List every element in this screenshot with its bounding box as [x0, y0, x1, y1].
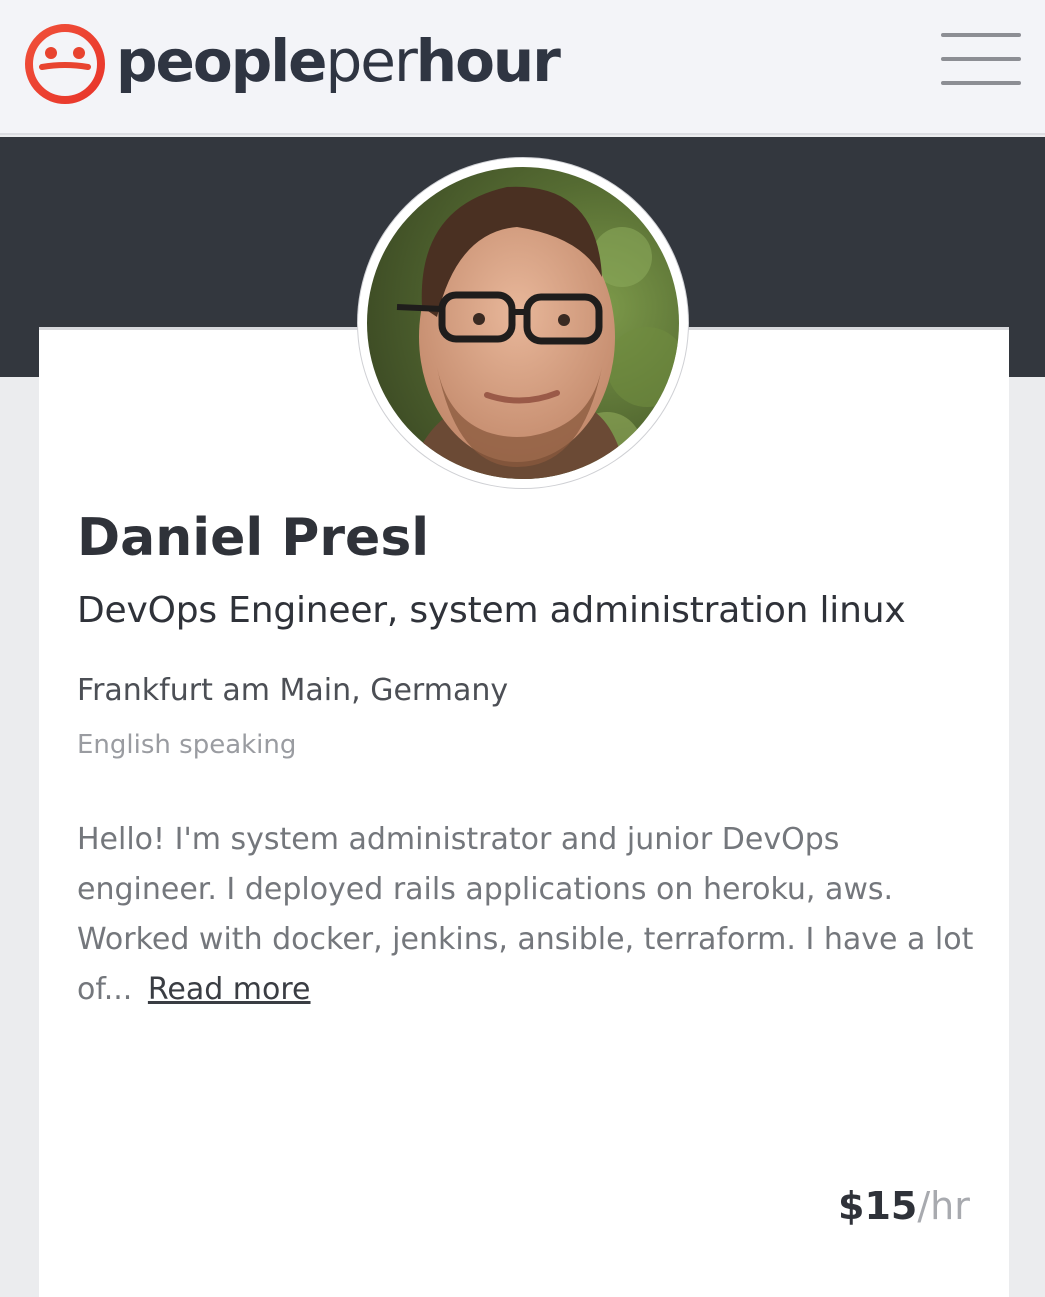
rate-unit: /hr	[917, 1184, 970, 1228]
hourly-rate: $15/hr	[838, 1184, 970, 1228]
profile-headline: DevOps Engineer, system administration l…	[77, 590, 906, 631]
profile-name: Daniel Presl	[77, 508, 430, 568]
brand-logo[interactable]: peopleperhour	[24, 22, 561, 106]
profile-photo	[367, 167, 679, 479]
hamburger-menu-icon[interactable]	[941, 33, 1023, 87]
profile-bio: Hello! I'm system administrator and juni…	[77, 815, 977, 1015]
read-more-link[interactable]: Read more	[148, 972, 311, 1007]
rate-amount: $15	[838, 1184, 918, 1228]
brand-wordmark: peopleperhour	[116, 27, 561, 95]
profile-location: Frankfurt am Main, Germany	[77, 673, 509, 708]
avatar[interactable]	[358, 158, 688, 488]
profile-language: English speaking	[77, 730, 297, 760]
top-navigation-bar: peopleperhour	[0, 0, 1045, 135]
smiley-face-logo-icon	[25, 24, 105, 104]
